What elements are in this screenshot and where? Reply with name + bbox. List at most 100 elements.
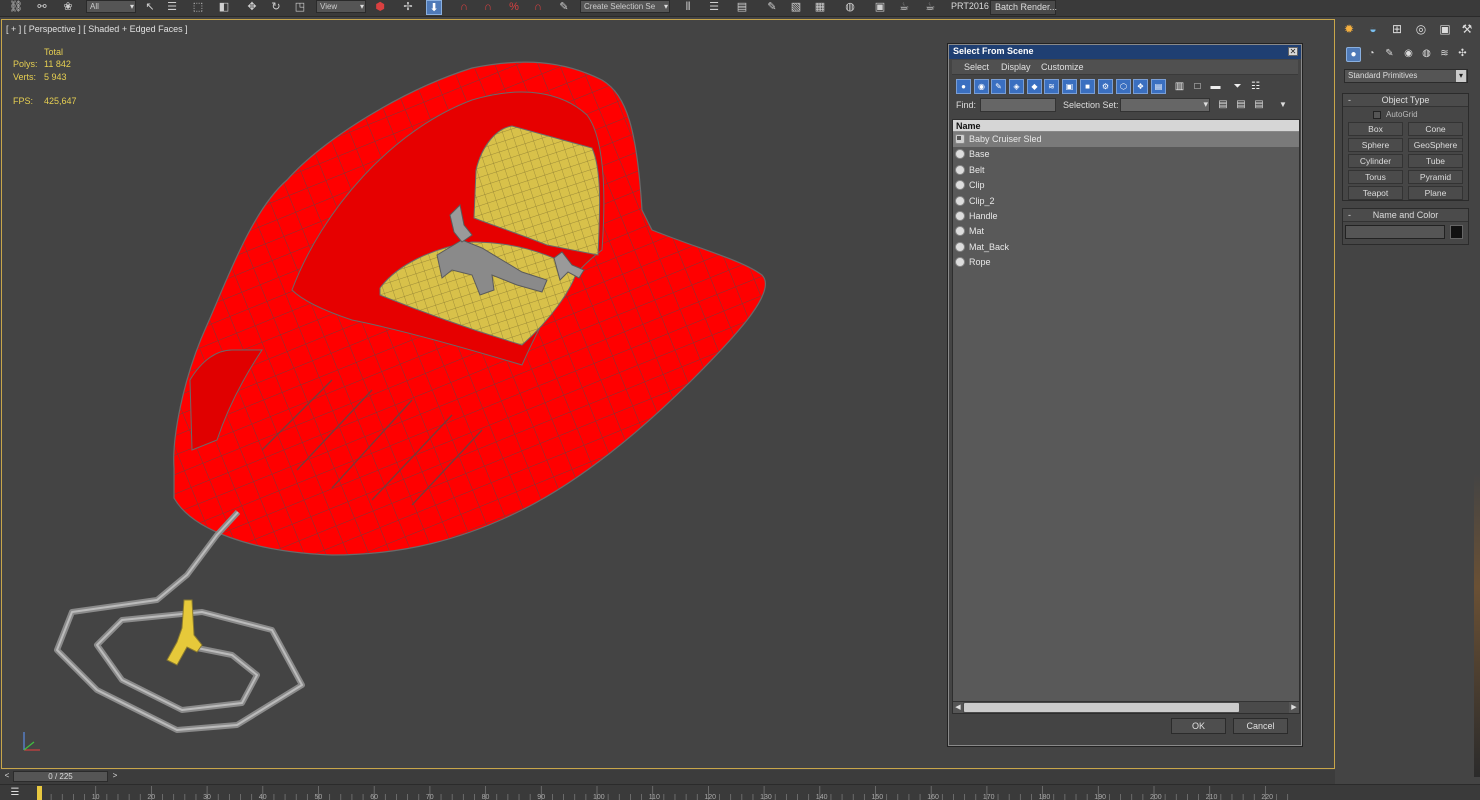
mirror-icon[interactable]: ⫴	[680, 0, 696, 15]
object-color-swatch[interactable]	[1450, 225, 1463, 239]
utilities-tab-icon[interactable]: ⚒	[1459, 22, 1475, 38]
rendered-frame-window-icon[interactable]: ☕	[896, 0, 912, 15]
filter-icon[interactable]: ⏷	[1230, 79, 1245, 94]
primitive-button-sphere[interactable]: Sphere	[1348, 138, 1403, 152]
primitive-button-pyramid[interactable]: Pyramid	[1408, 170, 1463, 184]
filter-bones-icon[interactable]: ⚙	[1098, 79, 1113, 94]
scroll-left-icon[interactable]: ◀	[953, 702, 963, 713]
helpers-icon[interactable]: ◍	[1419, 47, 1434, 62]
selection-set-edit-icon[interactable]: ▤	[1252, 98, 1266, 112]
expand-toolbar-icon[interactable]: ▼	[1276, 98, 1290, 112]
list-item[interactable]: Belt	[953, 163, 1299, 178]
list-item[interactable]: Clip_2	[953, 194, 1299, 209]
material-editor-icon[interactable]: ◍	[842, 0, 858, 15]
object-type-header[interactable]: - Object Type	[1343, 94, 1468, 107]
filter-hidden-icon[interactable]: ▤	[1151, 79, 1166, 94]
time-slider[interactable]: 0 / 225	[13, 771, 108, 782]
dialog-title-bar[interactable]: Select From Scene ✕	[949, 45, 1301, 59]
scrollbar-thumb[interactable]	[964, 703, 1239, 712]
hierarchy-tab-icon[interactable]: ⊞	[1389, 22, 1405, 38]
previous-frame-icon[interactable]: <	[2, 771, 12, 782]
angle-snap-icon[interactable]: ∩	[480, 0, 496, 15]
close-icon[interactable]: ✕	[1288, 47, 1298, 56]
graphite-tools-icon[interactable]: ✎	[764, 0, 780, 15]
primitive-button-teapot[interactable]: Teapot	[1348, 186, 1403, 200]
align-icon[interactable]: ☰	[706, 0, 722, 15]
column-header-name[interactable]: Name	[953, 120, 1299, 132]
render-setup-icon[interactable]: ▣	[872, 0, 888, 15]
select-object-icon[interactable]: ↖	[142, 0, 158, 15]
name-and-color-header[interactable]: - Name and Color	[1343, 209, 1468, 222]
space-warps-icon[interactable]: ≋	[1437, 47, 1452, 62]
rotate-icon[interactable]: ↻	[268, 0, 284, 15]
percent-snap-icon[interactable]: %	[506, 0, 522, 15]
select-by-name-icon[interactable]: ☰	[164, 0, 180, 15]
cancel-button[interactable]: Cancel	[1233, 718, 1288, 734]
rect-selection-icon[interactable]: ⬚	[190, 0, 206, 15]
selection-set-remove-icon[interactable]: ▤	[1234, 98, 1248, 112]
create-tab-icon[interactable]: ✹	[1341, 22, 1357, 38]
primitive-button-cone[interactable]: Cone	[1408, 122, 1463, 136]
layer-manager-icon[interactable]: ▤	[734, 0, 750, 15]
primitive-button-box[interactable]: Box	[1348, 122, 1403, 136]
geometry-icon[interactable]: ●	[1346, 47, 1361, 62]
snaps-toggle-icon[interactable]: ∩	[456, 0, 472, 15]
list-item[interactable]: Base	[953, 147, 1299, 162]
schematic-view-icon[interactable]: ▦	[812, 0, 828, 15]
primitive-button-tube[interactable]: Tube	[1408, 154, 1463, 168]
pivot-center-icon[interactable]: ⬢	[372, 0, 388, 15]
link-icon[interactable]: ⛓	[8, 0, 24, 15]
list-item[interactable]: Handle	[953, 209, 1299, 224]
filter-options-icon[interactable]: ☷	[1248, 79, 1263, 94]
filter-containers-icon[interactable]: ⬡	[1116, 79, 1131, 94]
selection-filter-combo[interactable]: All	[86, 0, 136, 13]
menu-select[interactable]: Select	[964, 60, 989, 75]
edit-named-selection-icon[interactable]: ✎	[556, 0, 572, 15]
batch-render-button[interactable]: Batch Render...	[990, 0, 1057, 15]
modify-tab-icon[interactable]: ◒	[1365, 22, 1381, 38]
filter-lights-icon[interactable]: ✎	[991, 79, 1006, 94]
primitive-type-combo[interactable]: Standard Primitives	[1344, 69, 1468, 83]
keyboard-shortcut-override-icon[interactable]: ⬇	[426, 0, 442, 15]
filter-frozen-icon[interactable]: ❖	[1133, 79, 1148, 94]
spinner-snap-icon[interactable]: ∩	[530, 0, 546, 15]
autogrid-checkbox[interactable]: AutoGrid	[1373, 110, 1418, 119]
primitive-button-cylinder[interactable]: Cylinder	[1348, 154, 1403, 168]
next-frame-icon[interactable]: >	[110, 771, 120, 782]
selection-set-combo[interactable]	[1120, 98, 1210, 112]
scroll-right-icon[interactable]: ▶	[1289, 702, 1299, 713]
named-selection-combo[interactable]: Create Selection Se	[580, 0, 670, 13]
filter-groups-icon[interactable]: ▣	[1062, 79, 1077, 94]
frame-ruler[interactable]: 10 20 30 40 50 60 70 80 90 100 110 120 130 140 150 160 1…	[0, 785, 1480, 800]
reference-coordinate-combo[interactable]: View	[316, 0, 366, 13]
list-item[interactable]: Mat	[953, 224, 1299, 239]
list-item[interactable]: Clip	[953, 178, 1299, 193]
unlink-icon[interactable]: ⚯	[34, 0, 50, 15]
filter-geometry-icon[interactable]: ●	[956, 79, 971, 94]
curve-editor-icon[interactable]: ▧	[788, 0, 804, 15]
scale-icon[interactable]: ◳	[292, 0, 308, 15]
curve-editor-mini-icon[interactable]: ☰	[8, 787, 22, 799]
window-crossing-icon[interactable]: ◧	[216, 0, 232, 15]
menu-display[interactable]: Display	[1001, 60, 1031, 75]
primitive-button-torus[interactable]: Torus	[1348, 170, 1403, 184]
cameras-icon[interactable]: ◉	[1401, 47, 1416, 62]
invert-selection-icon[interactable]: ▬	[1208, 79, 1223, 94]
motion-tab-icon[interactable]: ◎	[1413, 22, 1429, 38]
checkbox-icon[interactable]	[1373, 110, 1381, 119]
find-input[interactable]	[980, 98, 1056, 112]
prt-label[interactable]: PRT2016	[948, 0, 992, 14]
filter-helpers-icon[interactable]: ◆	[1027, 79, 1042, 94]
list-item[interactable]: Baby Cruiser Sled	[953, 132, 1299, 148]
list-item[interactable]: Mat_Back	[953, 240, 1299, 255]
filter-shapes-icon[interactable]: ◉	[974, 79, 989, 94]
lights-icon[interactable]: ✎	[1382, 47, 1397, 62]
systems-icon[interactable]: ✣	[1455, 47, 1470, 62]
render-production-icon[interactable]: ☕	[922, 0, 938, 15]
primitive-button-plane[interactable]: Plane	[1408, 186, 1463, 200]
select-none-icon[interactable]: □	[1190, 79, 1205, 94]
primitive-button-geosphere[interactable]: GeoSphere	[1408, 138, 1463, 152]
display-tab-icon[interactable]: ▣	[1437, 22, 1453, 38]
track-bar[interactable]: 10 20 30 40 50 60 70 80 90 100 110 120 130 140 150 160 1…	[0, 784, 1480, 800]
move-icon[interactable]: ✥	[244, 0, 260, 15]
